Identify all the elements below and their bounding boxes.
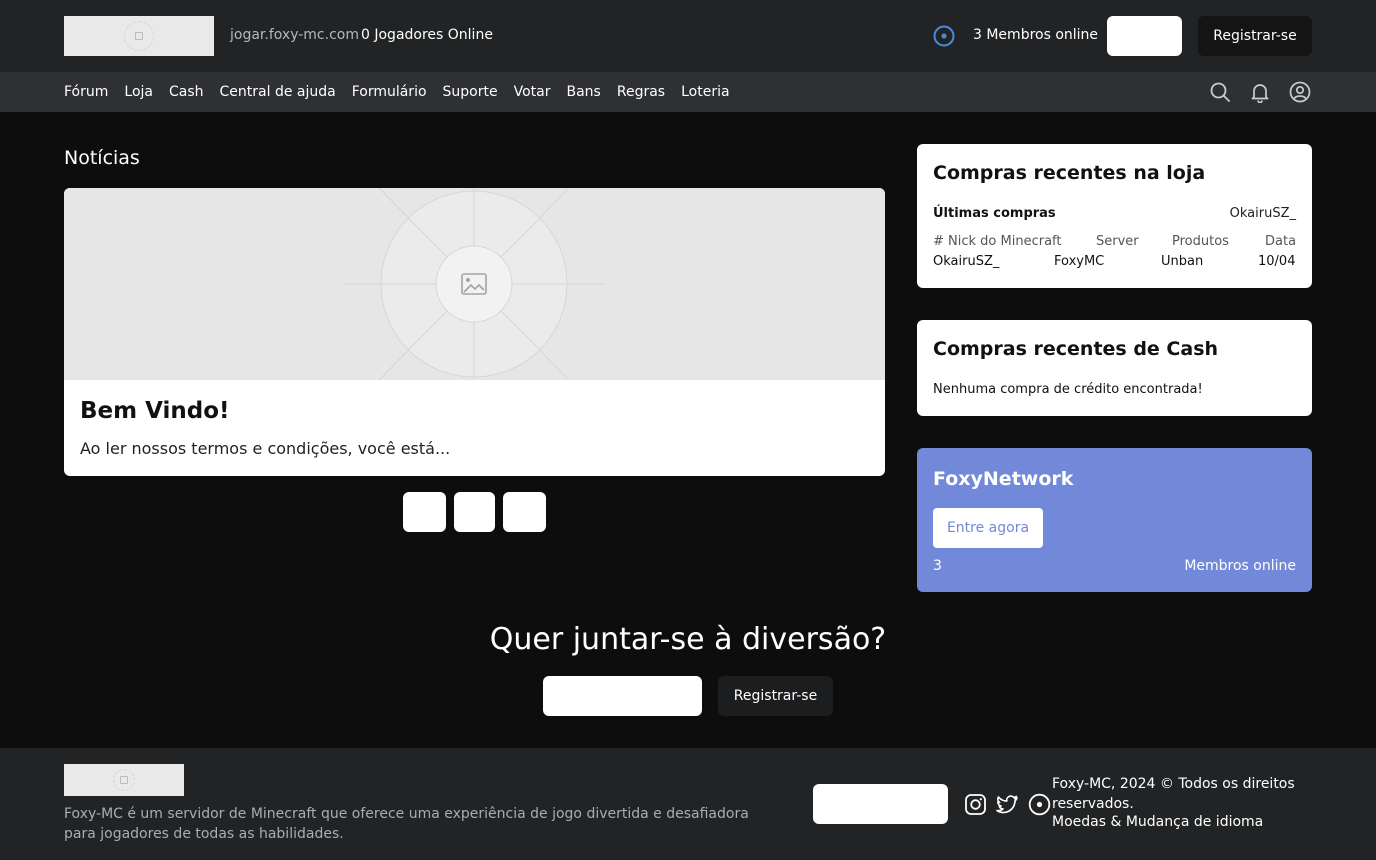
nav-item-bans[interactable]: Bans <box>567 84 601 100</box>
nav-item-regras[interactable]: Regras <box>617 84 665 100</box>
news-heading[interactable]: Bem Vindo! <box>80 398 230 424</box>
nav-item-loja[interactable]: Loja <box>124 84 153 100</box>
twitter-icon[interactable] <box>996 793 1019 816</box>
register-button[interactable]: Registrar-se <box>1198 16 1312 56</box>
site-logo[interactable] <box>64 16 214 56</box>
join-now-button[interactable]: Entre agora <box>933 508 1043 548</box>
nav-item-votar[interactable]: Votar <box>514 84 551 100</box>
members-online: 3 Membros online <box>973 27 1099 43</box>
table-cell-server: FoxyMC <box>1054 254 1105 269</box>
network-member-count: 3 <box>933 558 942 574</box>
table-cell-produtos: Unban <box>1161 254 1204 269</box>
footer-logo[interactable] <box>64 764 184 796</box>
table-cell-nick: OkairuSZ_ <box>933 254 1000 269</box>
footer-description: Foxy-MC é um servidor de Minecraft que o… <box>64 806 749 842</box>
column-header-produtos: Produtos <box>1172 234 1229 249</box>
server-ip[interactable]: jogar.foxy-mc.com <box>230 27 359 43</box>
nav-item-loteria[interactable]: Loteria <box>681 84 729 100</box>
cta-title: Quer juntar-se à diversão? <box>489 622 887 657</box>
footer-button[interactable] <box>813 784 948 824</box>
cta-register-button[interactable]: Registrar-se <box>718 676 833 716</box>
news-section-title: Notícias <box>64 147 140 169</box>
shop-purchases-card: Compras recentes na loja Últimas compras… <box>917 144 1312 288</box>
user-circle-icon[interactable] <box>1289 81 1311 103</box>
network-card: FoxyNetwork Entre agora 3 Membros online <box>917 448 1312 592</box>
bell-icon[interactable] <box>1249 81 1271 103</box>
carousel-dot-1[interactable] <box>403 492 446 532</box>
news-image-placeholder <box>64 188 885 380</box>
top-bar: jogar.foxy-mc.com 0 Jogadores Online 3 M… <box>0 0 1376 72</box>
login-button[interactable] <box>1107 16 1182 56</box>
main-nav: Fórum Loja Cash Central de ajuda Formulá… <box>0 72 1376 112</box>
table-cell-data: 10/04 <box>1258 254 1296 269</box>
carousel-dot-3[interactable] <box>503 492 546 532</box>
nav-item-suporte[interactable]: Suporte <box>443 84 498 100</box>
logo-placeholder-icon <box>113 769 135 791</box>
logo-placeholder-icon <box>124 21 154 51</box>
network-title: FoxyNetwork <box>933 468 1074 490</box>
column-header-server: Server <box>1096 234 1139 249</box>
footer-copyright: Foxy-MC, 2024 © Todos os direitos reserv… <box>1052 776 1295 812</box>
search-icon[interactable] <box>1209 81 1231 103</box>
nav-links: Fórum Loja Cash Central de ajuda Formulá… <box>64 72 746 112</box>
discord-icon[interactable] <box>933 25 955 47</box>
footer: Foxy-MC é um servidor de Minecraft que o… <box>0 748 1376 860</box>
news-card[interactable]: Bem Vindo! Ao ler nossos termos e condiç… <box>64 188 885 476</box>
currency-language-link[interactable]: Moedas & Mudança de idioma <box>1052 814 1263 830</box>
last-purchases-value: OkairuSZ_ <box>1229 206 1296 221</box>
nav-item-forum[interactable]: Fórum <box>64 84 108 100</box>
nav-item-central-de-ajuda[interactable]: Central de ajuda <box>220 84 336 100</box>
discord-icon[interactable] <box>1028 793 1051 816</box>
instagram-icon[interactable] <box>964 793 987 816</box>
news-excerpt: Ao ler nossos termos e condições, você e… <box>80 439 451 458</box>
cash-empty-message: Nenhuma compra de crédito encontrada! <box>933 382 1203 397</box>
carousel-dot-2[interactable] <box>454 492 495 532</box>
cash-purchases-title: Compras recentes de Cash <box>933 338 1219 360</box>
cash-purchases-card: Compras recentes de Cash Nenhuma compra … <box>917 320 1312 416</box>
players-online-count: 0 Jogadores Online <box>361 27 493 43</box>
nav-item-formulario[interactable]: Formulário <box>352 84 427 100</box>
column-header-nick: # Nick do Minecraft <box>933 234 1062 249</box>
shop-purchases-title: Compras recentes na loja <box>933 162 1206 184</box>
network-member-label: Membros online <box>1184 558 1296 574</box>
column-header-data: Data <box>1265 234 1297 249</box>
last-purchases-label: Últimas compras <box>933 206 1056 221</box>
nav-item-cash[interactable]: Cash <box>169 84 204 100</box>
cta-login-button[interactable] <box>543 676 702 716</box>
